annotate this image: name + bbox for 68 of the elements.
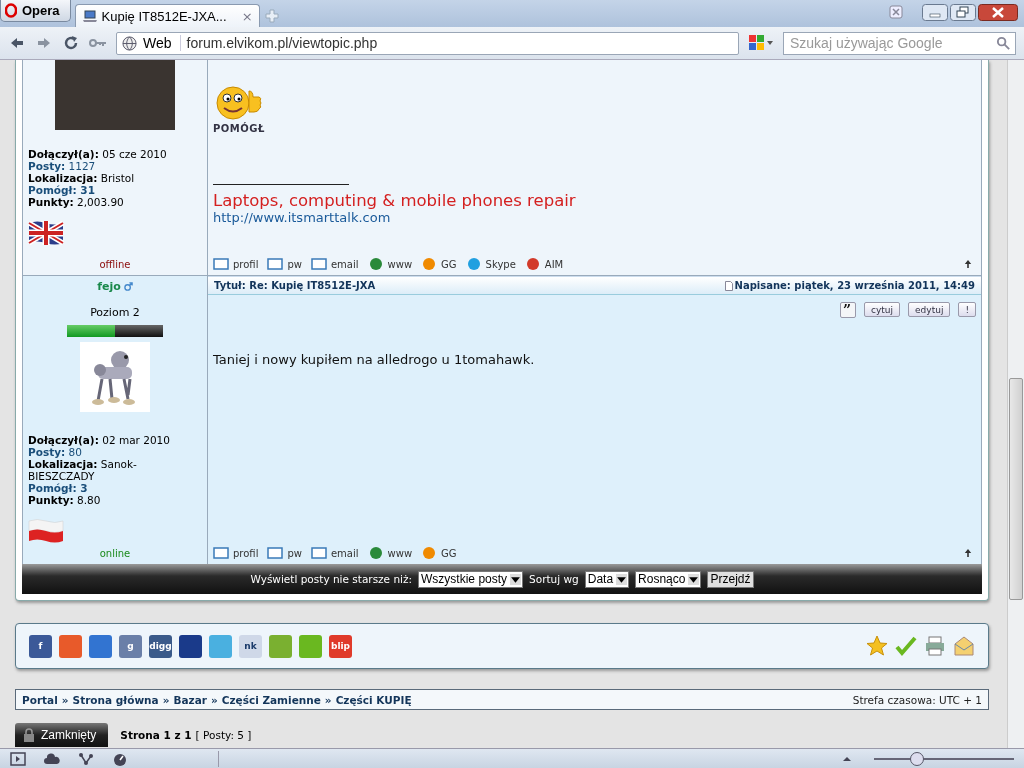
share-icon[interactable]: nk [239,634,262,658]
sort-select[interactable]: Data [584,570,630,588]
profile-link[interactable]: www [367,546,413,560]
profile-detail: Posty: 80 [28,446,83,458]
period-select[interactable]: Wszystkie posty [418,570,524,588]
url-text: forum.elvikom.pl/viewtopic.php [186,35,378,51]
post-action-button[interactable]: edytuj [908,302,951,317]
post-title: Tytuł: Re: Kupię IT8512E-JXA [214,280,376,291]
profile-link[interactable]: email [310,257,359,271]
profile-detail: Lokalizacja: Sanok-BIESZCZADY [28,458,138,482]
breadcrumb-separator: » [162,693,170,706]
timezone-label: Strefa czasowa: UTC + 1 [852,693,982,706]
signature-link[interactable]: http://www.itsmarttalk.com [213,210,391,225]
profile-detail: Dołączył(a): 02 mar 2010 [28,434,171,446]
profile-detail: Punkty: 2,003.90 [28,196,125,208]
breadcrumb-link[interactable]: Części KUPIĘ [335,693,412,706]
breadcrumb-link[interactable]: Bazar [173,693,207,706]
profile-link[interactable]: profil [213,546,259,560]
profile-link[interactable]: AIM [524,257,564,271]
profile-link[interactable]: profil [213,257,259,271]
locked-button[interactable]: Zamknięty [15,723,109,747]
post-date: Napisane: piątek, 23 września 2011, 14:49 [734,280,975,291]
profile-link[interactable]: www [367,257,413,271]
share-icon[interactable]: digg [149,634,172,658]
breadcrumb-link[interactable]: Portal [22,693,58,706]
sort-label: Sortuj wg [529,573,579,585]
profile-link[interactable]: pw [267,546,302,560]
profile-detail: Posty: 1127 [28,160,97,172]
profile-link[interactable]: GG [421,257,457,271]
post-text: Taniej i nowy kupiłem na alledrogo u 1tomahawk. [213,352,536,367]
breadcrumb-separator: » [61,693,69,706]
signature-text: Laptops, computing & mobile phones repair [213,191,576,210]
order-select[interactable]: Rosnąco [635,570,702,588]
filter-label: Wyświetl posty nie starsze niż: [250,573,413,585]
helped-label: POMÓGŁ [213,123,265,134]
profile-detail: Punkty: 8.80 [28,494,102,506]
profile-detail: Lokalizacja: Bristol [28,172,136,184]
share-icon[interactable]: f [29,634,52,658]
share-icon[interactable]: g [119,634,142,658]
profile-link[interactable]: GG [421,546,457,560]
profile-link[interactable]: pw [267,257,302,271]
search-field[interactable]: Szukaj używając Google [783,31,1016,55]
post-action-button[interactable]: ! [958,302,976,317]
tab-title: Kupię IT8512E-JXA... [101,8,228,24]
author-name[interactable]: fejo [97,280,133,293]
profile-detail: Dołączył(a): 05 cze 2010 [28,148,168,160]
address-field[interactable]: Web forum.elvikom.pl/viewtopic.php [116,31,739,55]
close-tab-button[interactable]: × [241,8,253,24]
profile-link[interactable]: Skype [465,257,516,271]
quote-button[interactable]: ” [840,302,857,318]
online-status: online [99,548,131,559]
site-label: Web [143,35,181,51]
profile-detail: Pomógł: 3 [28,482,89,494]
share-icon[interactable]: blip [329,634,352,658]
breadcrumb-separator: » [210,693,218,706]
menu-button[interactable]: Opera [0,0,71,22]
rank-label: Poziom 2 [90,306,140,319]
profile-detail: Pomógł: 31 [28,184,95,196]
profile-link[interactable]: email [310,546,359,560]
breadcrumb-separator: » [324,693,332,706]
breadcrumb-link[interactable]: Strona główna [72,693,159,706]
post-count: [ Posty: 5 ] [195,729,252,741]
online-status: offline [99,259,131,270]
browser-tab[interactable]: Kupię IT8512E-JXA... × [74,4,260,27]
post-action-button[interactable]: cytuj [864,302,901,317]
submit-button[interactable]: Przejdź [707,570,754,588]
pagination-label: Strona 1 z 1 [120,729,192,741]
breadcrumb-link[interactable]: Części Zamienne [221,693,321,706]
